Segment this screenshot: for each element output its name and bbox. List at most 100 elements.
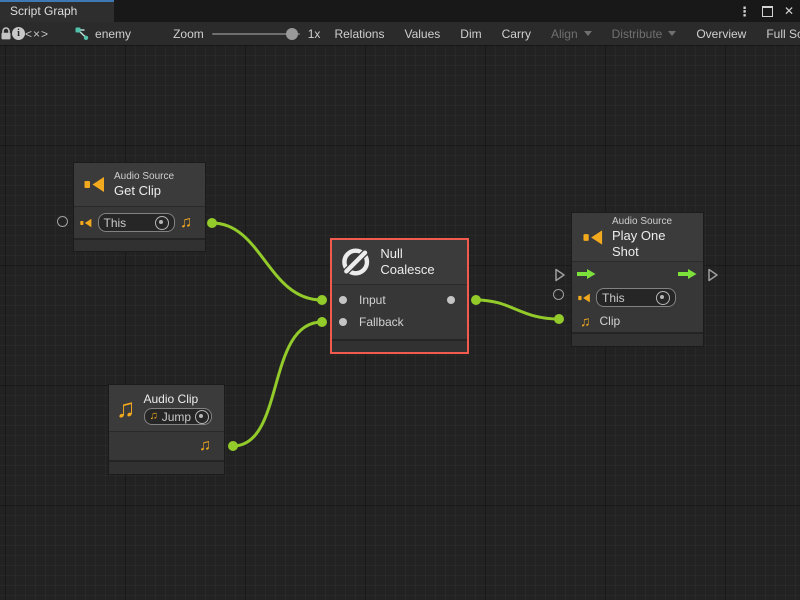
overview-button[interactable]: Overview <box>686 22 756 45</box>
chevron-down-icon <box>668 31 676 36</box>
window-menu-icon[interactable]: ⋮ <box>738 5 751 18</box>
port-get-clip-target[interactable] <box>57 216 68 227</box>
node-audio-clip-header: ♫ Audio Clip ♫ Jump <box>109 385 224 432</box>
node-title: Audio Clip <box>144 391 212 407</box>
node-footer <box>572 332 703 346</box>
node-category: Audio Source <box>114 170 174 183</box>
node-get-clip-header: Audio Source Get Clip <box>74 163 205 207</box>
node-footer <box>332 339 467 352</box>
lock-button[interactable] <box>0 22 12 45</box>
node-play-one-shot-titles: Audio Source Play One Shot <box>612 215 692 260</box>
null-coalesce-icon <box>340 246 371 278</box>
clip-port-label: Clip <box>600 314 621 328</box>
wire-getclip-to-input[interactable] <box>212 223 322 300</box>
graph-canvas[interactable]: Audio Source Get Clip This ♫ <box>0 46 800 600</box>
graph-name: enemy <box>95 27 131 41</box>
zoom-slider-handle[interactable] <box>286 28 298 40</box>
align-dropdown[interactable]: Align <box>541 22 602 45</box>
port-flow-in-triangle[interactable] <box>554 268 566 282</box>
output-port-dot[interactable] <box>447 296 455 304</box>
node-null-coalesce[interactable]: Null Coalesce Input Fallback <box>330 238 469 354</box>
inspect-button[interactable]: i <box>12 22 25 45</box>
fullscreen-button[interactable]: Full Screen <box>756 22 800 45</box>
input-port-label: Input <box>359 293 386 307</box>
port-dot-null-input[interactable] <box>317 295 327 305</box>
script-graph-window: Script Graph ⋮ ✕ i <×> <box>0 0 800 600</box>
port-dot-playoneshot-clip[interactable] <box>554 314 564 324</box>
wire-null-to-clip[interactable] <box>476 300 559 319</box>
graph-icon <box>75 27 89 41</box>
node-null-coalesce-header: Null Coalesce <box>332 240 467 285</box>
tab-script-graph[interactable]: Script Graph <box>0 0 114 22</box>
node-title: Null Coalesce <box>380 246 459 278</box>
relations-button[interactable]: Relations <box>324 22 394 45</box>
music-note-icon: ♫ <box>150 411 158 422</box>
jump-variable-field[interactable]: ♫ Jump <box>144 408 212 425</box>
window-controls: ⋮ ✕ <box>738 0 794 22</box>
lock-icon <box>0 26 12 41</box>
music-note-icon: ♫ <box>580 314 591 328</box>
close-icon[interactable]: ✕ <box>784 5 794 17</box>
code-view-button[interactable]: <×> <box>25 22 49 45</box>
distribute-dropdown[interactable]: Distribute <box>602 22 687 45</box>
audio-source-icon <box>80 217 93 229</box>
port-flow-out-triangle[interactable] <box>707 268 719 282</box>
target-picker-icon[interactable] <box>195 410 209 424</box>
info-icon: i <box>12 27 25 40</box>
fallback-port-dot[interactable] <box>339 318 347 326</box>
code-icon: <×> <box>25 27 49 41</box>
zoom-control: Zoom 1x <box>165 22 324 45</box>
flow-out-arrow-icon[interactable] <box>678 268 697 280</box>
audio-source-icon <box>583 228 604 247</box>
zoom-slider[interactable] <box>212 33 300 35</box>
align-label: Align <box>551 27 578 41</box>
node-play-one-shot[interactable]: Audio Source Play One Shot <box>571 212 704 347</box>
this-target-field[interactable]: This <box>98 213 175 232</box>
maximize-icon[interactable] <box>762 6 773 17</box>
node-play-one-shot-body: This ♫ Clip <box>572 262 703 332</box>
node-audio-clip-body: ♫ <box>109 432 224 460</box>
target-picker-icon[interactable] <box>656 291 670 305</box>
node-audio-clip-titles: Audio Clip ♫ Jump <box>144 391 212 425</box>
chevron-down-icon <box>584 31 592 36</box>
node-audio-clip[interactable]: ♫ Audio Clip ♫ Jump ♫ <box>108 384 225 475</box>
input-port-dot[interactable] <box>339 296 347 304</box>
carry-button[interactable]: Carry <box>492 22 541 45</box>
node-get-clip-body: This ♫ <box>74 207 205 238</box>
values-button[interactable]: Values <box>394 22 450 45</box>
node-category: Audio Source <box>612 215 692 228</box>
zoom-value: 1x <box>308 27 321 41</box>
node-null-coalesce-body: Input Fallback <box>332 285 467 339</box>
wire-audioclip-to-fallback[interactable] <box>233 322 322 446</box>
music-note-icon: ♫ <box>199 438 211 454</box>
target-picker-icon[interactable] <box>155 216 169 230</box>
port-dot-null-fallback[interactable] <box>317 317 327 327</box>
distribute-label: Distribute <box>612 27 663 41</box>
node-footer <box>109 460 224 474</box>
fallback-port-label: Fallback <box>359 315 404 329</box>
tab-bar: Script Graph ⋮ ✕ <box>0 0 800 22</box>
port-play-one-shot-target[interactable] <box>553 289 564 300</box>
port-dot-audioclip-out[interactable] <box>228 441 238 451</box>
graph-toolbar: i <×> enemy Zoom 1x Relations Values <box>0 22 800 46</box>
flow-in-arrow-icon[interactable] <box>577 268 596 280</box>
dim-button[interactable]: Dim <box>450 22 491 45</box>
node-play-one-shot-header: Audio Source Play One Shot <box>572 213 703 262</box>
port-dot-getclip-out[interactable] <box>207 218 217 228</box>
audio-source-icon <box>84 175 106 194</box>
port-dot-null-out[interactable] <box>471 295 481 305</box>
music-note-icon: ♫ <box>180 215 192 231</box>
graph-breadcrumb[interactable]: enemy <box>67 22 139 45</box>
field-value: Jump <box>162 410 191 424</box>
node-title: Get Clip <box>114 183 174 199</box>
node-get-clip[interactable]: Audio Source Get Clip This ♫ <box>73 162 206 252</box>
field-value: This <box>104 216 127 230</box>
node-footer <box>74 238 205 251</box>
field-value: This <box>602 291 625 305</box>
node-title: Play One Shot <box>612 228 692 260</box>
node-get-clip-titles: Audio Source Get Clip <box>114 170 174 199</box>
audio-source-icon <box>578 292 591 304</box>
zoom-label: Zoom <box>173 27 204 41</box>
music-note-icon: ♫ <box>116 395 136 421</box>
this-target-field[interactable]: This <box>596 288 676 307</box>
